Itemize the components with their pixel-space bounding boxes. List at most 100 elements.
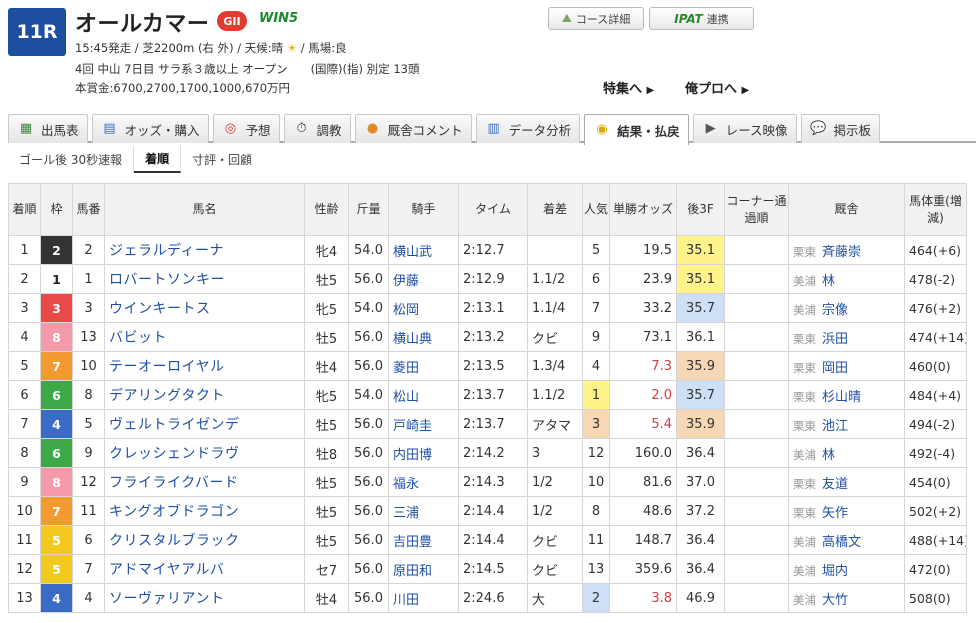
course-detail-label: コース詳細: [575, 12, 631, 26]
cell-umaban: 13: [72, 322, 105, 352]
cell-corner: [724, 380, 789, 410]
cell-rank: 10: [8, 496, 41, 526]
cell-popularity: 9: [582, 322, 610, 352]
course-detail-button[interactable]: ⛰ コース詳細: [548, 7, 644, 30]
jockey-link[interactable]: 福永: [388, 467, 459, 497]
tab-video[interactable]: ▶ レース映像: [692, 114, 797, 143]
ipat-link-button[interactable]: IPAT 連携: [649, 7, 754, 30]
cell-bodyweight: 460(0): [904, 351, 967, 381]
cell-rank: 8: [8, 438, 41, 468]
cell-bodyweight: 492(-4): [904, 438, 967, 468]
orepro-link[interactable]: 俺プロへ ▶: [685, 78, 749, 97]
trainer-link[interactable]: 浜田: [822, 332, 848, 347]
cell-popularity: 12: [582, 438, 610, 468]
jockey-link[interactable]: 松岡: [388, 293, 459, 323]
tab-result[interactable]: ◉ 結果・払戻: [584, 114, 689, 145]
tab-odds[interactable]: ▤ オッズ・購入: [91, 114, 209, 143]
horse-name-link[interactable]: アドマイヤアルバ: [104, 554, 305, 584]
subtab-review[interactable]: 寸評・回顧: [181, 146, 263, 173]
horse-name-link[interactable]: フライライクバード: [104, 467, 305, 497]
person-icon: ●: [366, 121, 379, 136]
jockey-link[interactable]: 原田和: [388, 554, 459, 584]
tokushu-link[interactable]: 特集へ ▶: [603, 78, 654, 97]
subtab-sokuho[interactable]: ゴール後 30秒速報: [8, 146, 135, 173]
cell-margin: 1.1/4: [527, 293, 583, 323]
cell-bodyweight: 464(+6): [904, 235, 967, 265]
trainer-link[interactable]: 友道: [822, 477, 848, 492]
cell-odds: 5.4: [609, 409, 677, 439]
horse-name-link[interactable]: ロバートソンキー: [104, 264, 305, 294]
tab-comment[interactable]: ● 厩舎コメント: [354, 114, 472, 143]
cell-sexage: 牡4: [304, 583, 349, 613]
header-corner: コーナー通過順: [724, 183, 789, 236]
jockey-link[interactable]: 吉田豊: [388, 525, 459, 555]
video-icon: ▶: [705, 121, 716, 136]
horse-name-link[interactable]: クリスタルブラック: [104, 525, 305, 555]
tab-yoso[interactable]: ◎ 予想: [212, 114, 280, 143]
cell-margin: 1.1/2: [527, 264, 583, 294]
jockey-link[interactable]: 横山典: [388, 322, 459, 352]
horse-name-link[interactable]: ジェラルディーナ: [104, 235, 305, 265]
horse-name-link[interactable]: ソーヴァリアント: [104, 583, 305, 613]
jockey-link[interactable]: 横山武: [388, 235, 459, 265]
cell-bodyweight: 474(+14): [904, 322, 967, 352]
tab-data[interactable]: ▥ データ分析: [475, 114, 581, 143]
trainer-link[interactable]: 矢作: [822, 506, 848, 521]
cell-bodyweight: 494(-2): [904, 409, 967, 439]
cell-bodyweight: 502(+2): [904, 496, 967, 526]
jockey-link[interactable]: 戸崎圭: [388, 409, 459, 439]
trainer-link[interactable]: 堀内: [822, 564, 848, 579]
stable-region: 美浦: [793, 273, 816, 288]
jockey-link[interactable]: 松山: [388, 380, 459, 410]
race-info-line1-pre: 15:45発走 / 芝2200m (右 外) / 天候:晴: [75, 41, 284, 55]
jockey-link[interactable]: 菱田: [388, 351, 459, 381]
horse-name-link[interactable]: ウインキートス: [104, 293, 305, 323]
cell-sexage: 牡5: [304, 496, 349, 526]
trainer-link[interactable]: 林: [822, 448, 835, 463]
subtab-chakujun[interactable]: 着順: [134, 146, 182, 173]
chat-icon: 💬: [810, 121, 827, 136]
horse-name-link[interactable]: デアリングタクト: [104, 380, 305, 410]
trainer-link[interactable]: 杉山晴: [822, 390, 861, 405]
cell-popularity: 7: [582, 293, 610, 323]
cell-sexage: 牡4: [304, 351, 349, 381]
tab-chokyo[interactable]: ⏱ 調教: [283, 114, 351, 143]
trainer-link[interactable]: 岡田: [822, 361, 848, 376]
cell-waku: 4: [40, 409, 73, 439]
horse-name-link[interactable]: キングオブドラゴン: [104, 496, 305, 526]
cell-corner: [724, 467, 789, 497]
cell-odds: 359.6: [609, 554, 677, 584]
cell-odds: 7.3: [609, 351, 677, 381]
cell-umaban: 9: [72, 438, 105, 468]
jockey-link[interactable]: 三浦: [388, 496, 459, 526]
race-info-line2: 4回 中山 7日目 サラ系３歳以上 オープン (国際)(指) 別定 13頭: [75, 62, 420, 76]
horse-name-link[interactable]: クレッシェンドラヴ: [104, 438, 305, 468]
sun-icon: ☀: [286, 41, 298, 55]
horse-name-link[interactable]: テーオーロイヤル: [104, 351, 305, 381]
cell-waku: 5: [40, 525, 73, 555]
jockey-link[interactable]: 内田博: [388, 438, 459, 468]
cell-popularity: 11: [582, 525, 610, 555]
trainer-link[interactable]: 池江: [822, 419, 848, 434]
win5-logo[interactable]: WIN5: [259, 11, 298, 26]
tab-label: 掲示板: [833, 122, 872, 138]
jockey-link[interactable]: 川田: [388, 583, 459, 613]
trainer-link[interactable]: 斉藤崇: [822, 245, 861, 260]
table-row: 5 7 10 テーオーロイヤル 牡4 56.0 菱田 2:13.5 1.3/4 4 7.3 35.9 栗…: [8, 351, 967, 381]
cell-rank: 11: [8, 525, 41, 555]
cell-stable: 栗東 池江: [788, 409, 905, 439]
cell-sexage: 牡5: [304, 467, 349, 497]
table-row: 7 4 5 ヴェルトライゼンデ 牡5 56.0 戸崎圭 2:13.7 アタマ 3 5.4 35.9 栗東…: [8, 409, 967, 439]
tab-board[interactable]: 💬 掲示板: [800, 114, 881, 143]
cell-corner: [724, 583, 789, 613]
tab-shutsuba[interactable]: ▦ 出馬表: [8, 114, 88, 143]
trainer-link[interactable]: 林: [822, 274, 835, 289]
trainer-link[interactable]: 宗像: [822, 303, 848, 318]
trainer-link[interactable]: 高橋文: [822, 535, 861, 550]
horse-name-link[interactable]: ヴェルトライゼンデ: [104, 409, 305, 439]
trainer-link[interactable]: 大竹: [822, 593, 848, 608]
jockey-link[interactable]: 伊藤: [388, 264, 459, 294]
cell-last3f: 35.9: [676, 409, 725, 439]
cell-margin: 1/2: [527, 496, 583, 526]
horse-name-link[interactable]: バビット: [104, 322, 305, 352]
